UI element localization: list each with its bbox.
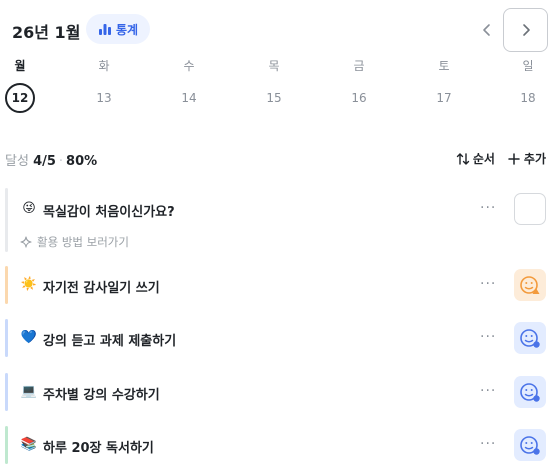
add-button[interactable]: 추가	[507, 150, 546, 167]
item-title: 강의 듣고 과제 제출하기	[43, 334, 177, 349]
item-title: 자기전 감사일기 쓰기	[43, 281, 160, 296]
smile-check-icon	[520, 383, 540, 402]
day-date[interactable]: 13	[84, 84, 124, 112]
day-label: 수	[183, 59, 195, 73]
day-label: 화	[98, 59, 110, 73]
calendar-header: 26년 1월 통계	[0, 0, 556, 60]
smile-check-icon	[520, 329, 540, 348]
item-emoji: ☀️	[20, 277, 38, 292]
item-emoji: 💙	[20, 330, 38, 345]
habit-item[interactable]: 💻 주차별 강의 수강하기 ···	[5, 373, 551, 411]
month-title: 26년 1월	[12, 23, 81, 42]
item-title: 주차별 강의 수강하기	[43, 388, 160, 403]
day-date[interactable]: 14	[169, 84, 209, 112]
day-column[interactable]: 수 14	[169, 58, 209, 112]
day-column[interactable]: 화 13	[84, 58, 124, 112]
item-color-bar	[5, 373, 8, 411]
check-button[interactable]	[514, 193, 546, 225]
more-options-button[interactable]: ···	[480, 383, 496, 399]
item-color-bar	[5, 266, 8, 304]
day-column[interactable]: 목 15	[254, 58, 294, 112]
achievement-count: 4/5	[33, 154, 56, 169]
next-week-button[interactable]	[503, 8, 548, 52]
item-title: 목실감이 처음이신가요?	[43, 205, 175, 220]
more-options-button[interactable]: ···	[480, 276, 496, 292]
pending-face-icon	[520, 276, 540, 294]
prev-week-button[interactable]	[472, 15, 502, 45]
stats-button[interactable]: 통계	[86, 14, 150, 44]
sort-arrows-icon	[456, 152, 470, 165]
day-label: 일	[522, 59, 534, 73]
day-date-selected[interactable]: 12	[5, 83, 35, 113]
item-emoji: 💻	[20, 384, 38, 399]
sparkle-icon	[20, 236, 32, 248]
day-label: 월	[14, 59, 26, 73]
separator-dot: ·	[58, 154, 64, 169]
day-column[interactable]: 금 16	[339, 58, 379, 112]
achievement-summary: 달성 4/5 · 80%	[5, 150, 97, 169]
check-button[interactable]	[514, 376, 546, 408]
day-column[interactable]: 월 12	[0, 58, 40, 113]
habit-item[interactable]: ☀️ 자기전 감사일기 쓰기 ···	[5, 266, 551, 304]
day-label: 금	[353, 59, 365, 73]
stats-label: 통계	[115, 22, 139, 37]
habit-item[interactable]: 📚 하루 20장 독서하기 ···	[5, 426, 551, 464]
more-options-button[interactable]: ···	[480, 329, 496, 345]
achievement-label: 달성	[5, 154, 29, 169]
reorder-label: 순서	[472, 152, 495, 166]
day-label: 토	[438, 59, 450, 73]
item-emoji: 😜	[22, 201, 36, 216]
more-options-button[interactable]: ···	[480, 200, 496, 216]
list-toolbar: 순서 추가	[456, 150, 546, 167]
item-color-bar	[5, 426, 8, 464]
item-color-bar	[5, 188, 8, 252]
chevron-right-icon	[522, 24, 530, 36]
check-button[interactable]	[514, 322, 546, 354]
reorder-button[interactable]: 순서	[456, 150, 495, 167]
day-label: 목	[268, 59, 280, 73]
check-button[interactable]	[514, 269, 546, 301]
more-options-button[interactable]: ···	[480, 436, 496, 452]
usage-guide-link[interactable]: 활용 방법 보러가기	[20, 234, 129, 250]
achievement-percent: 80%	[66, 154, 98, 169]
day-column[interactable]: 토 17	[424, 58, 464, 112]
habit-item[interactable]: 💙 강의 듣고 과제 제출하기 ···	[5, 319, 551, 357]
item-color-bar	[5, 319, 8, 357]
week-strip: 월 12 화 13 수 14 목 15 금 16 토 17 일 18	[0, 58, 556, 118]
habit-item[interactable]: 😜 목실감이 처음이신가요? 활용 방법 보러가기 ···	[5, 188, 551, 252]
bar-chart-icon	[98, 24, 111, 35]
add-label: 추가	[523, 152, 546, 166]
smile-check-icon	[520, 436, 540, 455]
usage-guide-label: 활용 방법 보러가기	[37, 235, 129, 249]
day-date[interactable]: 16	[339, 84, 379, 112]
plus-icon	[508, 152, 520, 165]
day-date[interactable]: 18	[508, 84, 548, 112]
item-title: 하루 20장 독서하기	[43, 441, 154, 456]
chevron-left-icon	[483, 24, 490, 36]
item-emoji: 📚	[20, 437, 38, 452]
day-column[interactable]: 일 18	[508, 58, 548, 112]
day-date[interactable]: 17	[424, 84, 464, 112]
check-button[interactable]	[514, 429, 546, 461]
day-date[interactable]: 15	[254, 84, 294, 112]
